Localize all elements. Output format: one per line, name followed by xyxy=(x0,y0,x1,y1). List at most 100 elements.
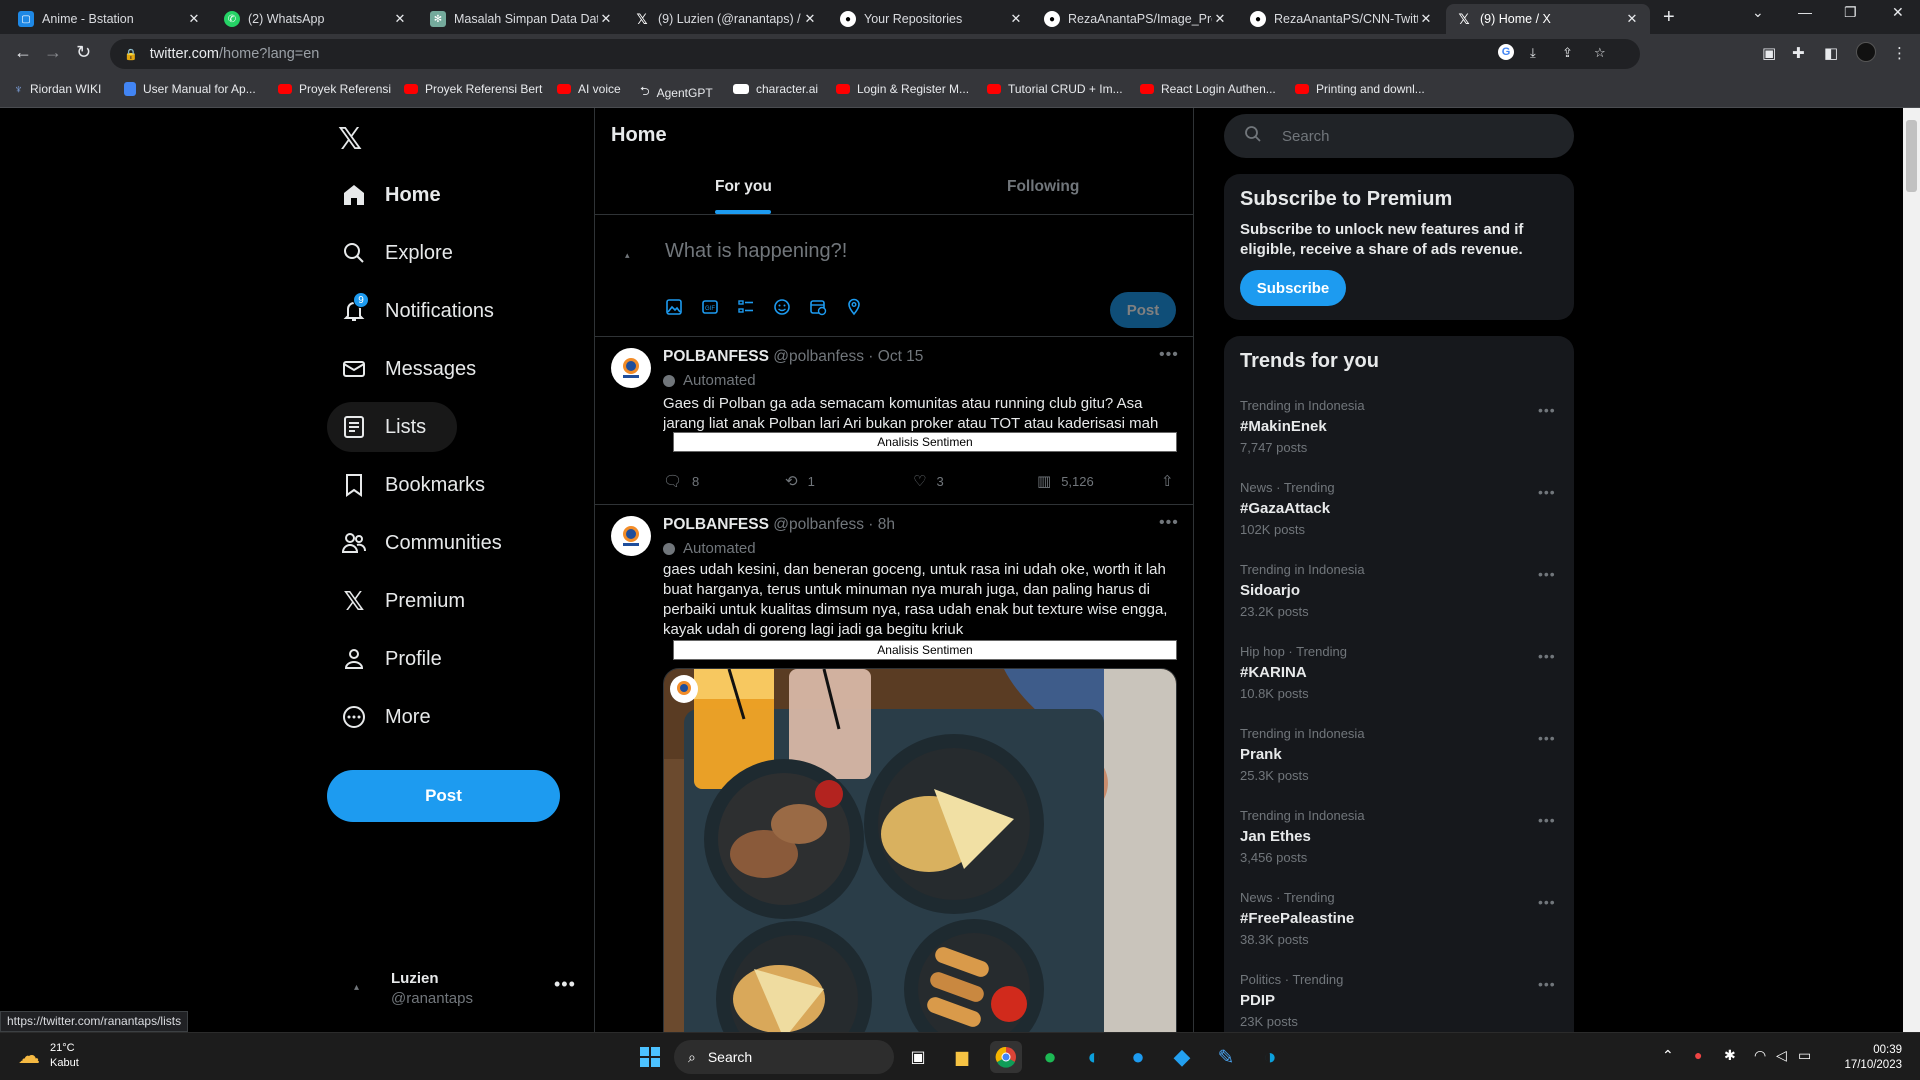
more-icon[interactable]: ••• xyxy=(554,974,576,995)
restore-icon[interactable]: ❐ xyxy=(1844,4,1857,21)
kebab-menu-icon[interactable]: ⋮ xyxy=(1892,44,1907,62)
tweet-time[interactable]: 8h xyxy=(878,516,895,533)
forward-icon[interactable]: → xyxy=(44,42,62,63)
sentiment-analysis-button[interactable]: Analisis Sentimen xyxy=(673,640,1177,660)
more-icon[interactable]: ••• xyxy=(1159,514,1179,532)
bookmark-item[interactable]: character.ai xyxy=(733,82,818,96)
bluetooth-icon[interactable]: ✱ xyxy=(1724,1047,1736,1064)
nav-explore[interactable]: Explore xyxy=(327,228,467,278)
extension-badge-icon[interactable]: ▣ xyxy=(1762,44,1776,62)
google-icon[interactable]: G xyxy=(1498,44,1514,60)
tweet-author[interactable]: POLBANFESS @polbanfess · 8h xyxy=(663,516,895,534)
security-icon[interactable]: ● xyxy=(1694,1047,1702,1063)
more-icon[interactable]: ••• xyxy=(1538,894,1556,910)
weather-widget[interactable]: ☁ 21°C Kabut xyxy=(18,1041,79,1071)
trend-item[interactable]: Trending in Indonesia Sidoarjo 23.2K pos… xyxy=(1224,562,1574,644)
nav-premium[interactable]: 𝕏 Premium xyxy=(327,576,479,626)
trend-item[interactable]: Trending in Indonesia Prank 25.3K posts … xyxy=(1224,726,1574,808)
bookmark-item[interactable]: Printing and downl... xyxy=(1295,82,1425,96)
puzzle-icon[interactable]: ✚ xyxy=(1792,44,1805,62)
paint-icon[interactable]: ✎ xyxy=(1210,1041,1242,1073)
more-icon[interactable]: ••• xyxy=(1538,484,1556,500)
nav-more[interactable]: More xyxy=(327,692,445,742)
tab-github-image[interactable]: ● RezaAnantaPS/Image_Pro ✕ xyxy=(1034,4,1238,34)
scrollbar-thumb[interactable] xyxy=(1906,120,1917,192)
compose-input[interactable]: What is happening?! xyxy=(665,240,847,263)
profile-avatar-icon[interactable] xyxy=(1856,42,1876,62)
bookmark-item[interactable]: Proyek Referensi xyxy=(278,82,391,96)
nav-profile[interactable]: Profile xyxy=(327,634,456,684)
tweet[interactable]: POLBANFESS @polbanfess · Oct 15 ••• Auto… xyxy=(595,336,1193,504)
vscode-icon[interactable]: ◆ xyxy=(1166,1041,1198,1073)
bookmark-item[interactable]: Login & Register M... xyxy=(836,82,969,96)
back-icon[interactable]: ← xyxy=(14,42,32,63)
spotify-icon[interactable]: ● xyxy=(1034,1041,1066,1073)
close-icon[interactable]: ✕ xyxy=(1624,11,1640,27)
nav-home[interactable]: Home xyxy=(327,170,455,220)
battery-icon[interactable]: ▭ xyxy=(1798,1047,1811,1064)
chevron-up-icon[interactable]: ⌃ xyxy=(1662,1047,1674,1064)
subscribe-button[interactable]: Subscribe xyxy=(1240,270,1346,306)
avatar[interactable] xyxy=(611,348,651,388)
tweet-author[interactable]: POLBANFESS @polbanfess · Oct 15 xyxy=(663,348,923,366)
poll-icon[interactable] xyxy=(737,298,757,318)
like-action[interactable]: ♡ 3 xyxy=(913,472,944,490)
task-view-icon[interactable]: ▣ xyxy=(902,1041,934,1073)
file-explorer-icon[interactable]: ▆ xyxy=(946,1041,978,1073)
bookmark-item[interactable]: ♆ Riordan WIKI xyxy=(14,82,101,96)
tweet-time[interactable]: Oct 15 xyxy=(878,348,924,365)
bookmark-item[interactable]: Tutorial CRUD + Im... xyxy=(987,82,1123,96)
nav-lists[interactable]: Lists xyxy=(327,402,457,452)
tab-chatgpt[interactable]: ✻ Masalah Simpan Data Dat ✕ xyxy=(420,4,624,34)
image-icon[interactable] xyxy=(665,298,685,318)
window-close-icon[interactable]: ✕ xyxy=(1892,4,1904,21)
more-icon[interactable]: ••• xyxy=(1538,976,1556,992)
tweet[interactable]: POLBANFESS @polbanfess · 8h ••• Automate… xyxy=(595,504,1193,1048)
tweet-media-image[interactable] xyxy=(663,668,1177,1048)
more-icon[interactable]: ••• xyxy=(1538,812,1556,828)
gif-icon[interactable]: GIF xyxy=(701,298,721,318)
trend-item[interactable]: News · Trending #FreePaleastine 38.3K po… xyxy=(1224,890,1574,972)
more-icon[interactable]: ••• xyxy=(1159,346,1179,364)
tab-x-home[interactable]: 𝕏 (9) Home / X ✕ xyxy=(1446,4,1650,34)
tab-following[interactable]: Following xyxy=(1007,178,1079,196)
close-icon[interactable]: ✕ xyxy=(1212,11,1228,27)
new-tab-button[interactable]: + xyxy=(1663,6,1675,29)
tab-bstation[interactable]: ▢ Anime - Bstation ✕ xyxy=(8,4,212,34)
bookmark-item[interactable]: AI voice xyxy=(557,82,621,96)
tab-for-you[interactable]: For you xyxy=(715,178,772,196)
more-icon[interactable]: ••• xyxy=(1538,402,1556,418)
edge-dev-icon[interactable]: ◑ xyxy=(1254,1041,1286,1073)
close-icon[interactable]: ✕ xyxy=(598,11,614,27)
close-icon[interactable]: ✕ xyxy=(802,11,818,27)
install-icon[interactable]: ⤓ xyxy=(1530,45,1536,61)
minimize-icon[interactable]: — xyxy=(1798,4,1812,20)
trend-item[interactable]: Trending in Indonesia Jan Ethes 3,456 po… xyxy=(1224,808,1574,890)
edge-icon[interactable]: ◐ xyxy=(1078,1041,1110,1073)
search-input[interactable]: Search xyxy=(1224,114,1574,158)
bookmark-item[interactable]: React Login Authen... xyxy=(1140,82,1276,96)
emoji-icon[interactable] xyxy=(773,298,793,318)
tab-github-cnn[interactable]: ● RezaAnantaPS/CNN-Twitt ✕ xyxy=(1240,4,1444,34)
wifi-icon[interactable]: ◠ xyxy=(1754,1047,1766,1064)
nav-messages[interactable]: Messages xyxy=(327,344,490,394)
close-icon[interactable]: ✕ xyxy=(392,11,408,27)
nav-bookmarks[interactable]: Bookmarks xyxy=(327,460,499,510)
nav-notifications[interactable]: 9 Notifications xyxy=(327,286,508,336)
chrome-icon[interactable] xyxy=(990,1041,1022,1073)
bookmark-item[interactable]: Proyek Referensi Bert xyxy=(404,82,542,96)
tab-whatsapp[interactable]: ✆ (2) WhatsApp ✕ xyxy=(214,4,418,34)
sentiment-analysis-button[interactable]: Analisis Sentimen xyxy=(673,432,1177,452)
location-icon[interactable] xyxy=(845,298,865,318)
windows-start-icon[interactable] xyxy=(634,1041,666,1073)
taskbar-search[interactable]: ⌕ Search xyxy=(674,1040,894,1074)
tab-github-repos[interactable]: ● Your Repositories ✕ xyxy=(830,4,1034,34)
more-icon[interactable]: ••• xyxy=(1538,648,1556,664)
close-icon[interactable]: ✕ xyxy=(1008,11,1024,27)
share-icon[interactable]: ⇪ xyxy=(1562,45,1573,61)
schedule-icon[interactable] xyxy=(809,298,829,318)
trend-item[interactable]: Trending in Indonesia #MakinEnek 7,747 p… xyxy=(1224,398,1574,480)
avatar[interactable] xyxy=(611,516,651,556)
bookmark-item[interactable]: ⮌ AgentGPT xyxy=(640,82,713,103)
page-scrollbar[interactable] xyxy=(1903,108,1920,1032)
